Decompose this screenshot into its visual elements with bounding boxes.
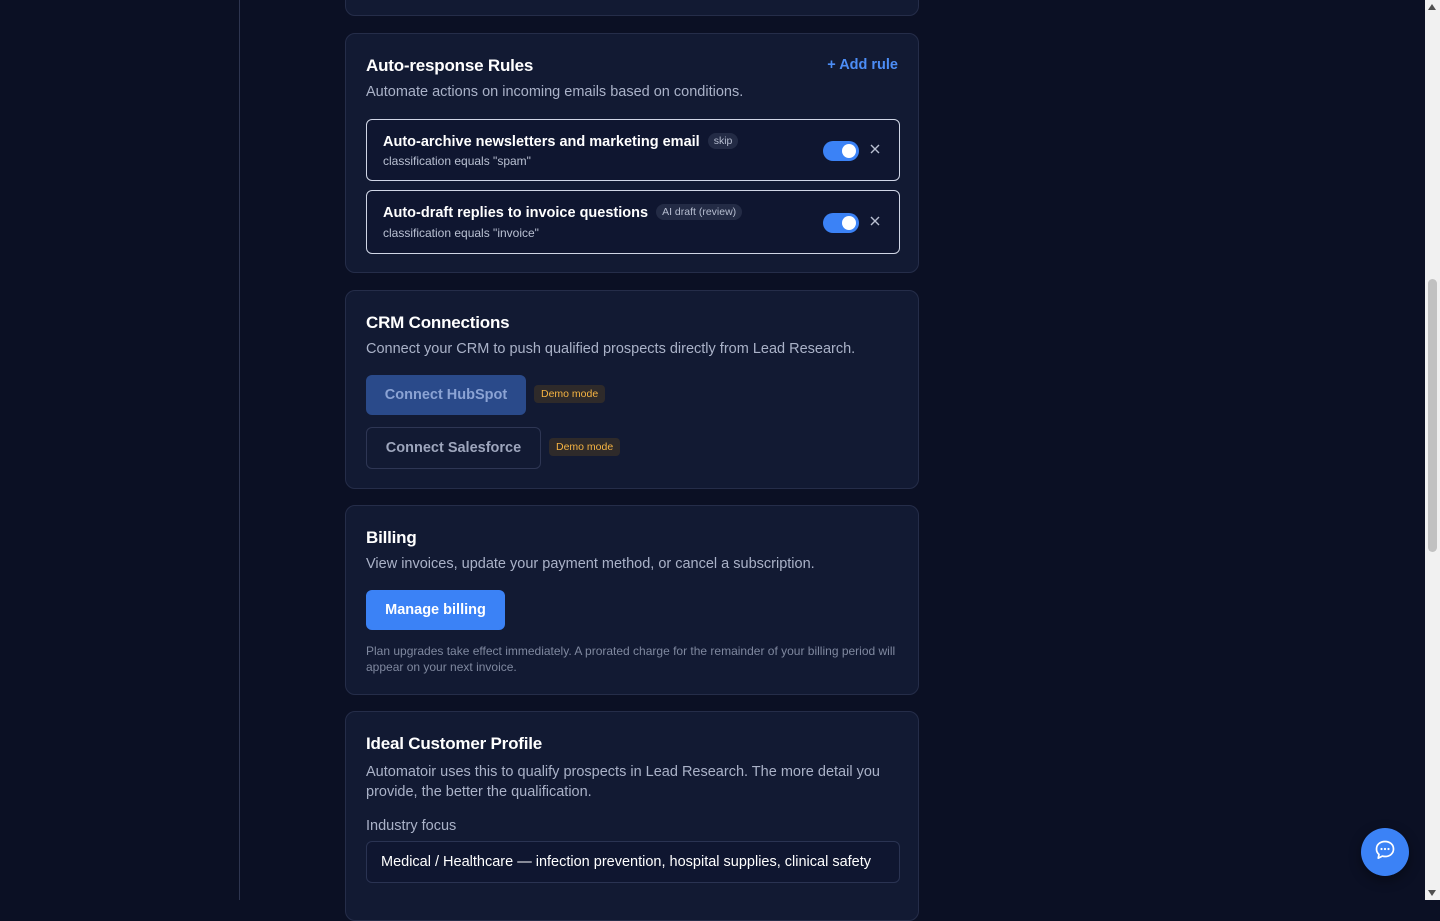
industry-focus-label: Industry focus [366, 818, 457, 834]
crm-title: CRM Connections [366, 313, 510, 332]
connect-salesforce-button[interactable]: Connect Salesforce [366, 427, 541, 469]
rule-item: Auto-draft replies to invoice questions A… [366, 190, 900, 254]
connect-hubspot-button[interactable]: Connect HubSpot [366, 375, 526, 415]
rule-enabled-toggle[interactable] [823, 141, 859, 161]
billing-title: Billing [366, 528, 417, 547]
previous-settings-card [345, 0, 919, 16]
sidebar-panel [0, 0, 240, 900]
demo-mode-badge: Demo mode [534, 385, 606, 403]
billing-fineprint: Plan upgrades take effect immediately. A… [366, 644, 896, 674]
scroll-up-arrow-icon[interactable] [1428, 4, 1436, 10]
billing-description: View invoices, update your payment metho… [366, 556, 815, 572]
auto-response-description: Automate actions on incoming emails base… [366, 84, 744, 100]
rule-enabled-toggle[interactable] [823, 213, 859, 233]
settings-main: Auto-response Rules + Add rule Automate … [240, 0, 1425, 921]
page-scrollbar[interactable] [1425, 0, 1440, 900]
auto-response-rules-card: Auto-response Rules + Add rule Automate … [345, 33, 919, 273]
ideal-customer-profile-card: Ideal Customer Profile Automatoir uses t… [345, 711, 919, 921]
chat-button[interactable] [1361, 828, 1409, 876]
rule-title: Auto-draft replies to invoice questions [383, 205, 649, 221]
demo-mode-badge: Demo mode [549, 438, 621, 456]
rule-action-badge: AI draft (review) [656, 204, 743, 220]
rule-condition: classification equals "spam" [383, 154, 531, 168]
toggle-knob [842, 216, 856, 230]
scrollbar-thumb[interactable] [1428, 279, 1437, 552]
rule-title-row: Auto-draft replies to invoice questions A… [383, 204, 743, 221]
billing-card: Billing View invoices, update your payme… [345, 505, 919, 695]
scroll-down-arrow-icon[interactable] [1428, 890, 1436, 896]
toggle-knob [842, 144, 856, 158]
rule-title: Auto-archive newsletters and marketing e… [383, 134, 700, 150]
rule-title-row: Auto-archive newsletters and marketing e… [383, 133, 739, 150]
manage-billing-button[interactable]: Manage billing [366, 590, 505, 630]
icp-title: Ideal Customer Profile [366, 734, 543, 753]
auto-response-title: Auto-response Rules [366, 56, 534, 75]
rule-condition: classification equals "invoice" [383, 226, 539, 240]
rule-action-badge: skip [707, 133, 739, 149]
icp-description: Automatoir uses this to qualify prospect… [366, 764, 880, 800]
close-icon[interactable] [868, 212, 882, 232]
close-icon[interactable] [868, 140, 882, 160]
crm-description: Connect your CRM to push qualified prosp… [366, 341, 856, 357]
chat-bubble-icon [1374, 839, 1396, 866]
rule-item: Auto-archive newsletters and marketing e… [366, 119, 900, 181]
add-rule-button[interactable]: + Add rule [827, 57, 898, 73]
crm-connections-card: CRM Connections Connect your CRM to push… [345, 290, 919, 489]
industry-focus-input[interactable] [366, 841, 900, 883]
